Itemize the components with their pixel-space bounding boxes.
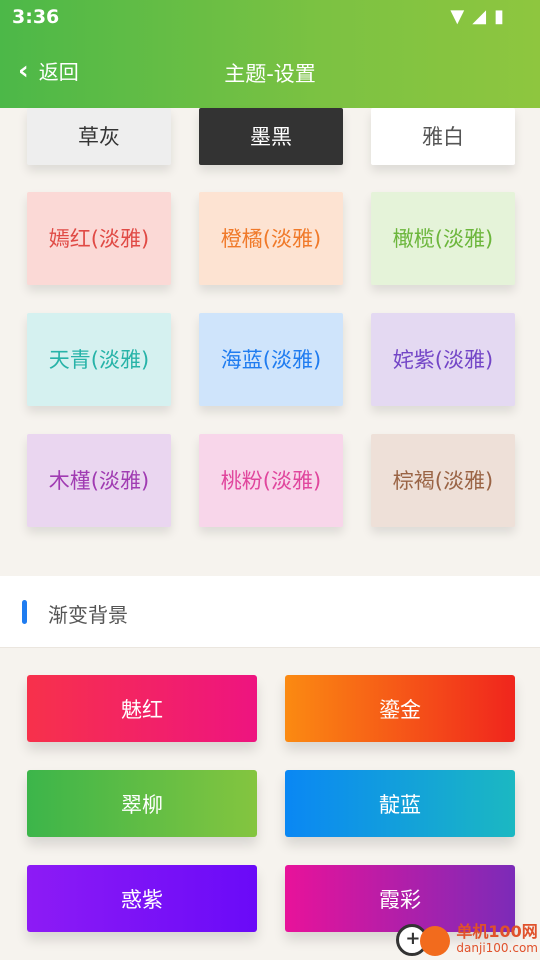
- theme-tile-ganlan[interactable]: 橄榄(淡雅): [371, 192, 515, 285]
- theme-tile-mujin[interactable]: 木槿(淡雅): [27, 434, 171, 527]
- theme-tile-yanhong[interactable]: 嫣红(淡雅): [27, 192, 171, 285]
- theme-row-4: 木槿(淡雅) 桃粉(淡雅) 棕褐(淡雅): [27, 434, 515, 527]
- page-title: 主题-设置: [224, 62, 316, 86]
- section-title: 渐变背景: [48, 603, 128, 627]
- theme-tile-zonghe[interactable]: 棕褐(淡雅): [371, 434, 515, 527]
- status-icons: ▼ ◢ ▮: [450, 6, 504, 28]
- theme-tile-chazi[interactable]: 姹紫(淡雅): [371, 313, 515, 406]
- watermark-line2: danji100.com: [456, 941, 538, 955]
- wifi-icon: ▼: [450, 6, 465, 27]
- section-accent-bar: [22, 600, 27, 624]
- gradient-button-meihong[interactable]: 魅红: [27, 675, 257, 742]
- gradient-section-header: 渐变背景: [0, 576, 540, 648]
- theme-tile-caohui[interactable]: 草灰: [27, 108, 171, 165]
- watermark-line1: 单机100网: [456, 922, 538, 941]
- gradient-button-cuiliu[interactable]: 翠柳: [27, 770, 257, 837]
- watermark-logo-icon: +: [396, 922, 452, 958]
- theme-tile-mohei[interactable]: 墨黑: [199, 108, 343, 165]
- theme-tile-taofen[interactable]: 桃粉(淡雅): [199, 434, 343, 527]
- theme-row-1: 草灰 墨黑 雅白: [27, 108, 515, 165]
- status-time: 3:36: [12, 6, 60, 28]
- theme-tile-hailan[interactable]: 海蓝(淡雅): [199, 313, 343, 406]
- battery-icon: ▮: [494, 6, 504, 27]
- theme-tile-yabai[interactable]: 雅白: [371, 108, 515, 165]
- signal-icon: ◢: [472, 6, 487, 27]
- theme-tile-tianqing[interactable]: 天青(淡雅): [27, 313, 171, 406]
- theme-tile-chengju[interactable]: 橙橘(淡雅): [199, 192, 343, 285]
- theme-row-2: 嫣红(淡雅) 橙橘(淡雅) 橄榄(淡雅): [27, 192, 515, 285]
- gradient-button-dianlan[interactable]: 靛蓝: [285, 770, 515, 837]
- gradient-button-huozi[interactable]: 惑紫: [27, 865, 257, 932]
- theme-row-3: 天青(淡雅) 海蓝(淡雅) 姹紫(淡雅): [27, 313, 515, 406]
- watermark: + 单机100网 danji100.com: [396, 922, 538, 958]
- top-bar: 3:36 ▼ ◢ ▮ ‹ 返回 主题-设置: [0, 0, 540, 108]
- gradient-button-liujin[interactable]: 鎏金: [285, 675, 515, 742]
